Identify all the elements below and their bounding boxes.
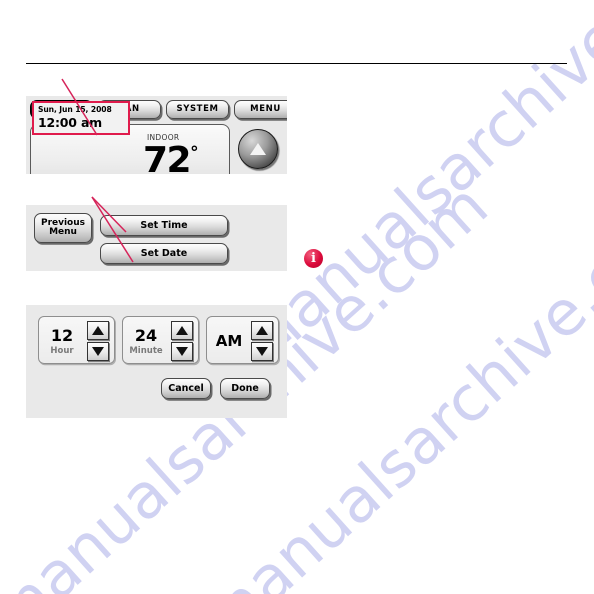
hour-label: Hour (50, 346, 74, 356)
done-button[interactable]: Done (220, 378, 270, 399)
date-text: Sun, Jun 15, 2008 (38, 105, 112, 114)
temperature-up-button[interactable] (238, 129, 278, 169)
triangle-up-icon (176, 326, 188, 335)
tab-system[interactable]: SYSTEM (166, 100, 229, 119)
previous-menu-label-line2: Menu (49, 227, 77, 237)
am-pm-decrement-button[interactable] (251, 342, 273, 361)
am-pm-value: AM (215, 332, 243, 350)
tab-system-label: SYSTEM (176, 104, 219, 115)
hour-value: 12 (50, 326, 74, 345)
am-pm-increment-button[interactable] (251, 321, 273, 340)
minute-increment-button[interactable] (171, 321, 193, 340)
triangle-up-icon (250, 143, 266, 155)
cancel-button[interactable]: Cancel (161, 378, 211, 399)
info-icon: i (304, 249, 323, 268)
time-text: 12:00 am (38, 115, 103, 130)
set-date-label: Set Date (140, 247, 188, 259)
previous-menu-button[interactable]: Previous Menu (34, 213, 92, 243)
info-icon-glyph: i (311, 250, 316, 266)
hour-stepper[interactable]: 12 Hour (38, 316, 115, 364)
triangle-down-icon (92, 347, 104, 356)
watermark-layer: manualsarchive.com manualsarchive.com ma… (0, 0, 594, 594)
clock-menu-panel: Previous Menu Set Time Set Date (26, 205, 287, 271)
triangle-down-icon (176, 347, 188, 356)
degree-symbol: ° (190, 143, 199, 163)
triangle-down-icon (256, 347, 268, 356)
annotation-leader-lines (61, 78, 134, 263)
minute-stepper[interactable]: 24 Minute (122, 316, 199, 364)
indoor-temperature-value: 72 (143, 140, 192, 174)
header-divider (26, 63, 567, 64)
date-time-highlight-box[interactable]: Sun, Jun 15, 2008 12:00 am (32, 101, 130, 135)
set-date-button[interactable]: Set Date (100, 243, 228, 264)
set-time-panel: 12 Hour 24 Minute AM Cancel Done (26, 305, 287, 418)
hour-increment-button[interactable] (87, 321, 109, 340)
set-time-button[interactable]: Set Time (100, 215, 228, 236)
minute-decrement-button[interactable] (171, 342, 193, 361)
tab-menu[interactable]: MENU (234, 100, 287, 119)
am-pm-stepper[interactable]: AM (206, 316, 279, 364)
thermostat-home-screen-panel: HOME FAN SYSTEM MENU INDOOR 72° Sun, Jun… (26, 96, 287, 174)
done-label: Done (231, 382, 259, 394)
hour-decrement-button[interactable] (87, 342, 109, 361)
minute-label: Minute (129, 346, 163, 356)
set-time-label: Set Time (140, 219, 188, 231)
tab-menu-label: MENU (250, 104, 281, 115)
cancel-label: Cancel (168, 382, 204, 394)
indoor-temperature: 72° (143, 140, 199, 174)
triangle-up-icon (256, 326, 268, 335)
triangle-up-icon (92, 326, 104, 335)
minute-value: 24 (134, 326, 158, 345)
